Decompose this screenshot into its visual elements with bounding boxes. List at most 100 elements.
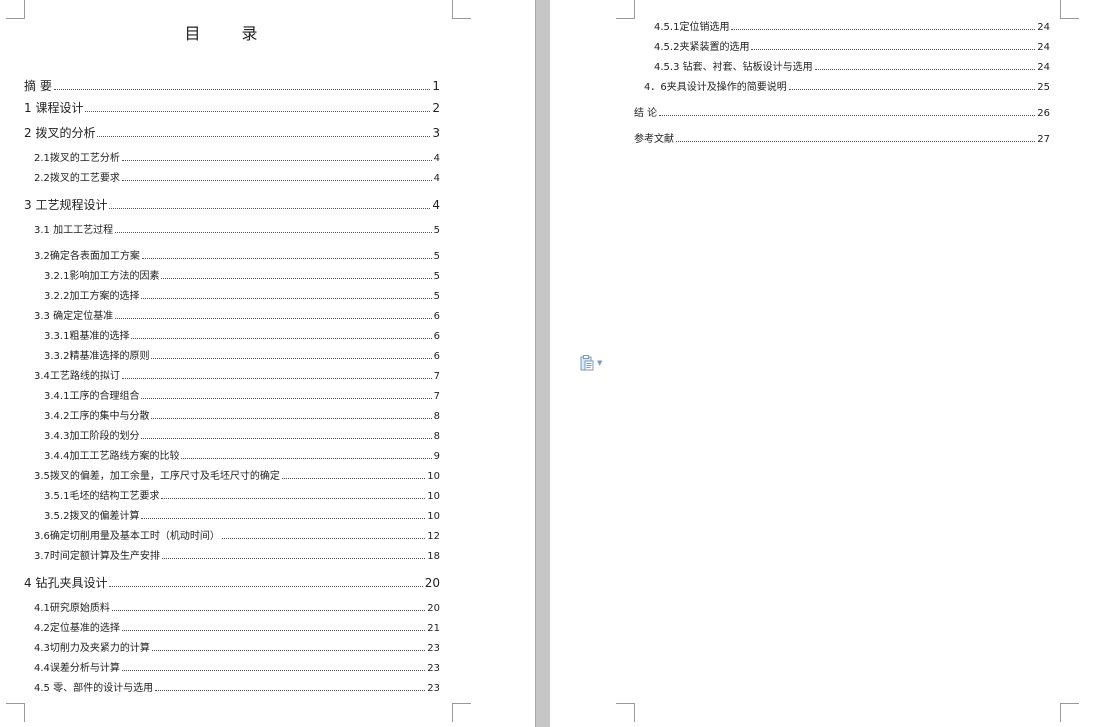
toc-entry-page: 26 (1037, 108, 1050, 119)
toc-entry[interactable]: 3.3.2精基准选择的原则 6 (44, 350, 440, 364)
toc-entry-label: 4.3切削力及夹紧力的计算 (34, 643, 150, 654)
toc-entry[interactable]: 3.5拨叉的偏差，加工余量，工序尺寸及毛坯尺寸的确定 10 (34, 470, 440, 484)
dot-leader (109, 208, 431, 209)
toc-entry[interactable]: 2 拨叉的分析 3 (24, 125, 440, 141)
toc-entry-page: 12 (427, 531, 440, 542)
toc-entry-page: 25 (1037, 82, 1050, 93)
dot-leader (121, 670, 426, 671)
toc-entry-label: 4.1研究原始质料 (34, 603, 110, 614)
toc-entry[interactable]: 3.4.3加工阶段的划分 8 (44, 430, 440, 444)
toc-entry[interactable]: 3.3 确定定位基准 6 (34, 310, 440, 324)
dot-leader (141, 398, 432, 399)
dot-leader (151, 418, 432, 419)
toc-entry[interactable]: 3.4.1工序的合理组合 7 (44, 390, 440, 404)
page-corner-mark (616, 0, 635, 19)
toc-entry-page: 4 (432, 198, 440, 212)
toc-entry[interactable]: 参考文献 27 (634, 133, 1050, 147)
toc-entry[interactable]: 4.2定位基准的选择 21 (34, 622, 440, 636)
toc-entry-label: 3.4工艺路线的拟订 (34, 371, 120, 382)
toc-entry[interactable]: 摘 要 1 (24, 78, 440, 94)
toc-entry[interactable]: 4.1研究原始质料 20 (34, 602, 440, 616)
toc-entry-label: 4 钻孔夹具设计 (24, 576, 108, 590)
toc-entry[interactable]: 3.2确定各表面加工方案 5 (34, 250, 440, 264)
dot-leader (155, 690, 426, 691)
toc-entry-label: 3.7时间定额计算及生产安排 (34, 551, 160, 562)
toc-entry-label: 3.6确定切削用量及基本工时（机动时间） (34, 531, 220, 542)
toc-entry-page: 2 (432, 101, 440, 115)
toc-entry-page: 20 (424, 576, 440, 590)
toc-entry-page: 4 (433, 173, 440, 184)
toc-entry[interactable]: 4.5.2夹紧装置的选用 24 (654, 41, 1050, 55)
toc-entry-page: 18 (427, 551, 440, 562)
toc-entry[interactable]: 结 论 26 (634, 107, 1050, 121)
dot-leader (141, 438, 432, 439)
toc-entry[interactable]: 4.5.3 钻套、衬套、钻板设计与选用 24 (654, 61, 1050, 75)
dot-leader (731, 29, 1036, 30)
toc-entry-page: 23 (427, 663, 440, 674)
toc-entry-label: 结 论 (634, 108, 658, 119)
dot-leader (161, 558, 426, 559)
toc-entry-page: 10 (427, 471, 440, 482)
chevron-down-icon: ▼ (597, 358, 603, 367)
toc-entry-page: 3 (432, 126, 440, 140)
toc-entry[interactable]: 4 钻孔夹具设计 20 (24, 575, 440, 591)
dot-leader (676, 141, 1036, 142)
toc-entry[interactable]: 4．6夹具设计及操作的简要说明 25 (644, 81, 1050, 95)
toc-entry[interactable]: 3.1 加工工艺过程 5 (34, 224, 440, 238)
toc-entry-page: 23 (427, 683, 440, 694)
toc-entry-label: 4.5.1定位销选用 (654, 22, 730, 33)
toc-entry[interactable]: 3.5.2拨叉的偏差计算 10 (44, 510, 440, 524)
dot-leader (281, 478, 426, 479)
toc-entry[interactable]: 3.4.4加工工艺路线方案的比较 9 (44, 450, 440, 464)
toc-entry-page: 7 (433, 371, 440, 382)
dot-leader (141, 518, 426, 519)
toc-entry[interactable]: 3 工艺规程设计 4 (24, 197, 440, 213)
dot-leader (659, 115, 1036, 116)
toc-entry[interactable]: 4.3切削力及夹紧力的计算 23 (34, 642, 440, 656)
dot-leader (121, 630, 426, 631)
toc-entry-label: 3.3.2精基准选择的原则 (44, 351, 150, 362)
toc-entry-page: 5 (433, 225, 440, 236)
toc-entry[interactable]: 3.5.1毛坯的结构工艺要求 10 (44, 490, 440, 504)
dot-leader (751, 49, 1036, 50)
toc-entry-label: 3.5.2拨叉的偏差计算 (44, 511, 140, 522)
toc-entry-page: 23 (427, 643, 440, 654)
dot-leader (151, 358, 432, 359)
toc-entry-page: 6 (433, 331, 440, 342)
toc-entry[interactable]: 3.3.1粗基准的选择 6 (44, 330, 440, 344)
toc-entry-page: 27 (1037, 134, 1050, 145)
paste-options-button[interactable]: ▼ (580, 354, 608, 372)
dot-leader (115, 318, 432, 319)
toc-entry[interactable]: 3.4工艺路线的拟订 7 (34, 370, 440, 384)
toc-entry-label: 3.2.1影响加工方法的因素 (44, 271, 160, 282)
document-page-left: 目 录 摘 要 1 1 课程设计 2 2 拨叉的分析 3 2.1拨叉的工艺分析 4 2.… (0, 0, 535, 727)
toc-entry-page: 10 (427, 511, 440, 522)
page-corner-mark (452, 0, 471, 19)
dot-leader (121, 180, 432, 181)
toc-entry[interactable]: 1 课程设计 2 (24, 100, 440, 116)
toc-entry-page: 8 (433, 411, 440, 422)
toc-entry-label: 3.5.1毛坯的结构工艺要求 (44, 491, 160, 502)
toc-entry[interactable]: 3.4.2工序的集中与分散 8 (44, 410, 440, 424)
toc-entry-label: 3.4.3加工阶段的划分 (44, 431, 140, 442)
page-corner-mark (6, 0, 25, 19)
page-gap (535, 0, 550, 727)
toc-entry-label: 3.5拨叉的偏差，加工余量，工序尺寸及毛坯尺寸的确定 (34, 471, 280, 482)
dot-leader (151, 650, 426, 651)
toc-entry[interactable]: 2.2拨叉的工艺要求 4 (34, 172, 440, 186)
dot-leader (121, 378, 432, 379)
toc-entry[interactable]: 4.4误差分析与计算 23 (34, 662, 440, 676)
toc-entry-page: 5 (433, 291, 440, 302)
toc-entry[interactable]: 3.6确定切削用量及基本工时（机动时间） 12 (34, 530, 440, 544)
toc-entry[interactable]: 3.2.1影响加工方法的因素 5 (44, 270, 440, 284)
dot-leader (161, 278, 432, 279)
toc-entry-page: 6 (433, 351, 440, 362)
toc-entry-label: 2.2拨叉的工艺要求 (34, 173, 120, 184)
toc-entry[interactable]: 2.1拨叉的工艺分析 4 (34, 152, 440, 166)
toc-entry[interactable]: 3.2.2加工方案的选择 5 (44, 290, 440, 304)
toc-entry-page: 1 (432, 79, 440, 93)
toc-entry[interactable]: 4.5.1定位销选用 24 (654, 21, 1050, 35)
toc-entry[interactable]: 4.5 零、部件的设计与选用 23 (34, 682, 440, 696)
toc-entry-label: 摘 要 (24, 79, 52, 93)
toc-entry[interactable]: 3.7时间定额计算及生产安排 18 (34, 550, 440, 564)
